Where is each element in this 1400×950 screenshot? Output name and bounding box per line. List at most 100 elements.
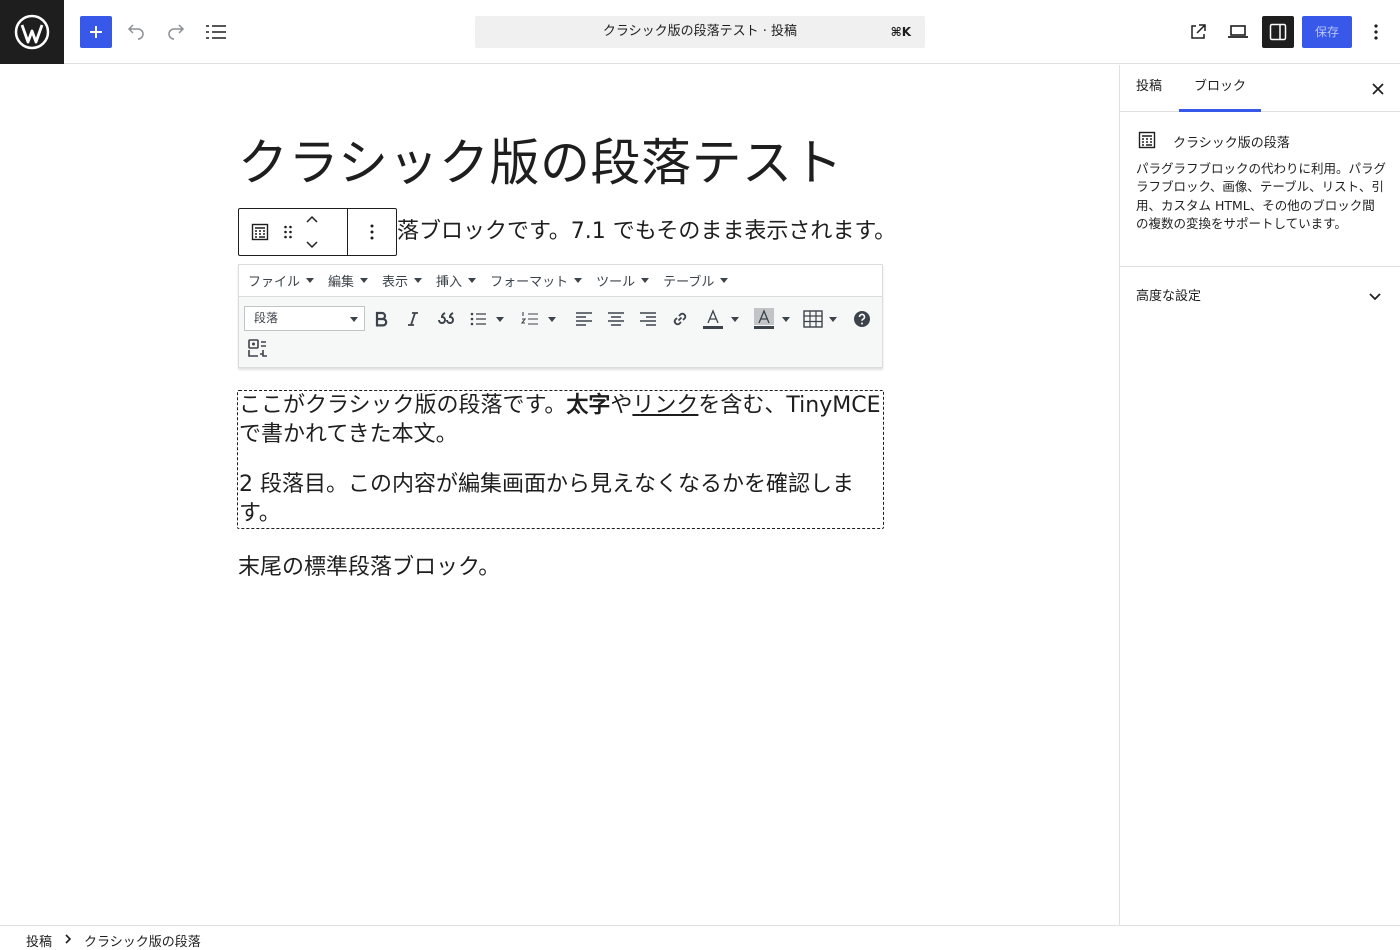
block-inserter-button[interactable] (80, 16, 112, 48)
block-toolbar (238, 208, 397, 256)
menu-tools[interactable]: ツール (596, 271, 650, 290)
classic-paragraph-1: ここがクラシック版の段落です。太字やリンクを含む、TinyMCE で書かれてきた… (239, 393, 881, 447)
editor-canvas: クラシック版の段落テスト 落ブロックです。7.1 でもそのまま表示されます。 フ… (0, 65, 1119, 925)
block-options-group (348, 209, 396, 255)
chevron-right-icon (65, 934, 72, 944)
redo-icon (168, 24, 185, 40)
align-right-icon (640, 312, 656, 326)
external-link-icon (1191, 24, 1206, 39)
help-button[interactable] (853, 306, 871, 332)
block-card-title: クラシック版の段落 (1173, 136, 1290, 151)
menu-insert[interactable]: 挿入 (436, 271, 477, 290)
advanced-settings-label: 高度な設定 (1136, 289, 1202, 304)
convert-to-blocks-button[interactable] (247, 337, 269, 359)
more-vertical-icon (1374, 24, 1378, 40)
block-card: クラシック版の段落 パラグラフブロックの代わりに利用。パラグラフブロック、画像、… (1120, 112, 1400, 267)
sidebar-icon (1269, 23, 1287, 41)
paragraph-text: 落ブロックです。7.1 でもそのまま表示されます。 (397, 219, 897, 244)
tab-block[interactable]: ブロック (1179, 65, 1261, 112)
align-center-button[interactable] (607, 306, 625, 332)
bullet-list-icon (470, 312, 486, 326)
bold-button[interactable] (373, 306, 389, 332)
wordpress-logo-button[interactable] (0, 0, 64, 64)
block-card-description: パラグラフブロックの代わりに利用。パラグラフブロック、画像、テーブル、リスト、引… (1136, 161, 1387, 231)
block-toolbar-main-group (239, 209, 348, 255)
chevron-down-icon (1368, 287, 1382, 306)
save-button[interactable]: 保存 (1302, 16, 1352, 48)
inline-link[interactable]: リンク (632, 393, 698, 418)
preview-button[interactable] (1222, 16, 1254, 48)
text-color-button[interactable] (702, 306, 739, 332)
bullet-list-button[interactable] (469, 306, 504, 332)
paragraph-block-last[interactable]: 末尾の標準段落ブロック。 (238, 549, 500, 581)
italic-button[interactable] (405, 306, 421, 332)
numbered-list-button[interactable] (521, 306, 556, 332)
classic-editor-toolbar: ファイル 編集 表示 挿入 フォーマット ツール テーブル 段落 (238, 264, 883, 368)
classic-block-icon (1138, 131, 1156, 153)
command-shortcut: ⌘K (890, 25, 911, 39)
bold-icon (375, 311, 388, 327)
tab-post[interactable]: 投稿 (1136, 65, 1162, 112)
link-button[interactable] (671, 306, 689, 332)
move-down-icon[interactable] (305, 240, 319, 250)
wordpress-icon (14, 14, 50, 50)
numbered-list-icon (521, 312, 538, 325)
list-view-icon (206, 25, 226, 39)
background-color-button[interactable] (753, 306, 790, 332)
highlight-color-icon (754, 308, 774, 329)
document-title: クラシック版の段落テスト · 投稿 (602, 24, 798, 39)
block-breadcrumb: 投稿 クラシック版の段落 (0, 925, 1400, 950)
table-button[interactable] (803, 306, 837, 332)
options-menu-button[interactable] (1360, 16, 1392, 48)
breadcrumb-current-block: クラシック版の段落 (84, 935, 201, 950)
classic-paragraph-2: 2 段落目。この内容が編集画面から見えなくなるかを確認します。 (239, 472, 854, 526)
plus-icon (90, 26, 102, 38)
menu-edit[interactable]: 編集 (328, 271, 369, 290)
align-center-icon (608, 312, 624, 326)
classic-block-icon (251, 223, 269, 241)
menu-view[interactable]: 表示 (382, 271, 423, 290)
bold-text: 太字 (566, 393, 611, 418)
view-post-button[interactable] (1182, 16, 1214, 48)
table-icon (803, 310, 823, 328)
align-left-icon (576, 312, 592, 326)
convert-to-blocks-icon (248, 339, 267, 357)
settings-sidebar: 投稿 ブロック クラシック版の段落 パラグラフブロックの代わりに利用。パラグラフ… (1119, 65, 1400, 925)
format-select[interactable]: 段落 (244, 306, 365, 331)
mce-toolbar-row-1: 段落 (243, 304, 873, 332)
desktop-icon (1228, 25, 1248, 38)
mce-menubar: ファイル 編集 表示 挿入 フォーマット ツール テーブル (239, 265, 882, 297)
text-color-icon (703, 309, 723, 329)
classic-block-content[interactable]: ここがクラシック版の段落です。太字やリンクを含む、TinyMCE で書かれてきた… (237, 390, 884, 529)
menu-format[interactable]: フォーマット (490, 271, 583, 290)
breadcrumb-post[interactable]: 投稿 (26, 931, 52, 950)
undo-icon (127, 24, 144, 40)
document-overview-button[interactable] (200, 16, 232, 48)
chevron-down-icon (350, 317, 358, 322)
editor-header: クラシック版の段落テスト · 投稿 ⌘K 保存 (0, 0, 1400, 64)
settings-toggle-button[interactable] (1262, 16, 1294, 48)
drag-handle[interactable] (283, 224, 293, 240)
align-right-button[interactable] (639, 306, 657, 332)
advanced-settings-panel-toggle[interactable]: 高度な設定 (1120, 267, 1400, 319)
blockquote-button[interactable] (437, 306, 455, 332)
close-sidebar-button[interactable] (1368, 79, 1388, 99)
redo-button[interactable] (160, 16, 192, 48)
menu-file[interactable]: ファイル (248, 271, 315, 290)
link-icon (673, 312, 687, 326)
more-vertical-icon (370, 224, 374, 240)
drag-handle-icon (284, 225, 292, 239)
move-up-icon[interactable] (305, 214, 319, 224)
undo-button[interactable] (120, 16, 152, 48)
italic-icon (408, 312, 418, 326)
command-palette-bar[interactable]: クラシック版の段落テスト · 投稿 ⌘K (475, 16, 925, 48)
sidebar-tabs: 投稿 ブロック (1120, 65, 1400, 112)
align-left-button[interactable] (575, 306, 593, 332)
block-type-switcher[interactable] (251, 223, 269, 241)
block-mover (305, 214, 319, 250)
quote-icon (438, 312, 454, 324)
block-options-button[interactable] (369, 223, 375, 241)
menu-table[interactable]: テーブル (663, 271, 729, 290)
help-icon (854, 311, 870, 327)
post-title[interactable]: クラシック版の段落テスト (238, 123, 843, 195)
